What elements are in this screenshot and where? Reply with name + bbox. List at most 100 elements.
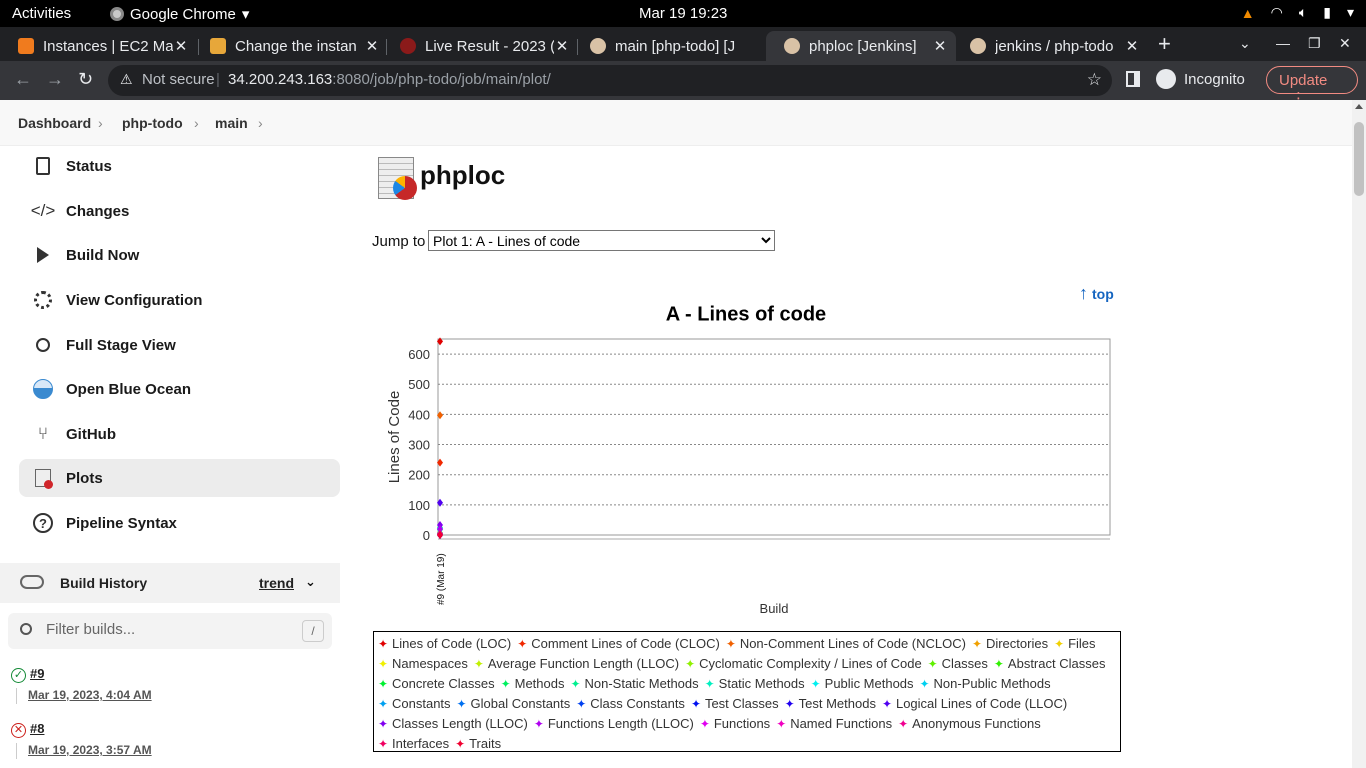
breadcrumb-main[interactable]: main [215, 115, 248, 131]
reload-icon[interactable]: ↻ [78, 69, 93, 90]
legend-marker-icon: ✦ [570, 677, 581, 691]
legend-marker-icon: ✦ [927, 657, 938, 671]
build-number-link[interactable]: #8 [30, 721, 44, 736]
legend-marker-icon: ✦ [784, 697, 795, 711]
close-window-icon[interactable]: ✕ [1339, 35, 1351, 52]
legend-label: Functions [713, 716, 771, 731]
trend-link[interactable]: trend [259, 575, 294, 591]
build-row: ✓ #9 Mar 19, 2023, 4:04 AM [10, 666, 340, 716]
sidebar-item-label: Plots [66, 469, 103, 487]
incognito-indicator[interactable]: Incognito [1156, 69, 1245, 89]
legend-label: Named Functions [790, 716, 893, 731]
scroll-up-icon[interactable] [1355, 104, 1363, 109]
scroll-thumb[interactable] [1354, 122, 1364, 196]
system-tray[interactable]: ▲ ◠ 🔈︎ ▮ ▾ [1241, 4, 1354, 21]
clock[interactable]: Mar 19 19:23 [639, 5, 727, 22]
maximize-icon[interactable]: ❐ [1308, 35, 1321, 52]
update-label: Update [1279, 72, 1328, 89]
build-number-link[interactable]: #9 [30, 666, 44, 681]
jenkins-favicon-icon [784, 38, 800, 54]
cube-favicon-icon [210, 38, 226, 54]
legend-item: ✦ Concrete Classes [378, 674, 495, 694]
legend-item: ✦ Non-Static Methods [570, 674, 698, 694]
breadcrumb-php-todo[interactable]: php-todo [122, 115, 183, 131]
legend-item: ✦ Lines of Code (LOC) [378, 634, 511, 654]
breadcrumb-dashboard[interactable]: Dashboard [18, 115, 91, 131]
tab[interactable]: Instances | EC2 Ma ✕ [0, 31, 197, 61]
sidebar-item-open-blue-ocean[interactable]: Open Blue Ocean [19, 370, 340, 408]
y-axis-label: Lines of Code [386, 391, 403, 484]
sidebar-item-plots[interactable]: Plots [19, 459, 340, 497]
tab-search-icon[interactable]: ⌄ [1239, 35, 1251, 52]
tab[interactable]: main [php-todo] [J ✕ [572, 31, 768, 61]
legend-label: Average Function Length (LLOC) [487, 656, 680, 671]
sidebar-item-changes[interactable]: </> Changes [19, 192, 340, 230]
bookmark-star-icon[interactable]: ☆ [1087, 70, 1102, 90]
legend-label: Methods [514, 676, 565, 691]
close-icon[interactable]: ✕ [932, 37, 948, 55]
sidebar-item-pipeline-syntax[interactable]: ? Pipeline Syntax [19, 504, 340, 542]
jump-to-select[interactable]: Plot 1: A - Lines of code [428, 230, 775, 251]
warning-icon[interactable]: ⚠ [120, 71, 133, 88]
filter-builds-input[interactable] [46, 621, 296, 638]
tab[interactable]: Live Result - 2023 ( ✕ [382, 31, 578, 61]
security-label[interactable]: Not secure [142, 71, 215, 88]
tab-active[interactable]: phploc [Jenkins] ✕ [766, 31, 956, 61]
sidebar-item-full-stage-view[interactable]: Full Stage View [19, 326, 340, 364]
legend-item: ✦ Cyclomatic Complexity / Lines of Code [685, 654, 922, 674]
update-button[interactable]: Update ⋮ [1266, 66, 1358, 107]
sidebar-item-status[interactable]: Status [19, 147, 340, 185]
browser-toolbar: ← → ↻ ⚠ Not secure | 34.200.243.163:8080… [0, 61, 1366, 107]
chevron-right-icon[interactable]: › [258, 115, 263, 131]
legend-marker-icon: ✦ [776, 717, 787, 731]
legend-marker-icon: ✦ [993, 657, 1004, 671]
new-tab-icon[interactable]: + [1158, 31, 1171, 57]
close-icon[interactable]: ✕ [1124, 37, 1140, 55]
tab-title: phploc [Jenkins] [809, 37, 917, 55]
battery-icon: ▮ [1323, 4, 1331, 20]
legend-label: Classes [941, 656, 988, 671]
play-icon [31, 243, 55, 267]
legend-label: Class Constants [590, 696, 685, 711]
back-icon[interactable]: ← [14, 69, 32, 90]
address-bar[interactable]: ⚠ Not secure | 34.200.243.163:8080/job/p… [108, 65, 1112, 96]
legend-label: Non-Comment Lines of Code (NCLOC) [739, 636, 966, 651]
chevron-down-icon[interactable]: ⌄ [305, 574, 316, 590]
y-tick-label: 400 [408, 407, 430, 422]
app-menu[interactable]: Google Chrome ▾ [110, 5, 249, 23]
vlc-icon[interactable]: ▲ [1241, 5, 1255, 21]
build-date-link[interactable]: Mar 19, 2023, 3:57 AM [28, 743, 152, 757]
sidebar-item-view-configuration[interactable]: View Configuration [19, 281, 340, 319]
minimize-icon[interactable]: — [1276, 35, 1290, 51]
legend-marker-icon: ✦ [455, 737, 466, 751]
gear-icon [31, 288, 55, 312]
url-path: :8080/job/php-todo/job/main/plot/ [332, 71, 551, 88]
close-icon[interactable]: ✕ [554, 37, 570, 55]
side-panel-icon[interactable] [1126, 71, 1140, 87]
legend-marker-icon: ✦ [378, 657, 389, 671]
sidebar-item-label: Changes [66, 202, 130, 220]
build-history-header: Build History trend ⌄ [0, 563, 340, 603]
forward-icon[interactable]: → [46, 69, 64, 90]
activities-button[interactable]: Activities [12, 5, 71, 22]
legend-item: ✦ Functions Length (LLOC) [534, 714, 694, 734]
search-icon [20, 623, 32, 635]
sidebar-item-build-now[interactable]: Build Now [19, 236, 340, 274]
breadcrumb: Dashboard › php-todo › main › [0, 100, 1352, 146]
sidebar-item-label: Open Blue Ocean [66, 380, 192, 398]
y-tick-label: 500 [408, 377, 430, 392]
tab[interactable]: jenkins / php-todo ✕ [952, 31, 1148, 61]
close-icon[interactable]: ✕ [364, 37, 380, 55]
build-date-link[interactable]: Mar 19, 2023, 4:04 AM [28, 688, 152, 702]
page-scrollbar[interactable] [1352, 100, 1366, 768]
url-text[interactable]: 34.200.243.163:8080/job/php-todo/job/mai… [228, 71, 551, 88]
blue-ocean-icon [31, 377, 55, 401]
tab[interactable]: Change the instan ✕ [192, 31, 388, 61]
legend-marker-icon: ✦ [456, 697, 467, 711]
sidebar-item-label: Pipeline Syntax [66, 514, 177, 532]
legend-marker-icon: ✦ [699, 717, 710, 731]
sidebar-item-github[interactable]: ⑂ GitHub [19, 415, 340, 453]
close-icon[interactable]: ✕ [173, 37, 189, 55]
legend-label: Cyclomatic Complexity / Lines of Code [699, 656, 922, 671]
page-title: phploc [420, 160, 506, 190]
